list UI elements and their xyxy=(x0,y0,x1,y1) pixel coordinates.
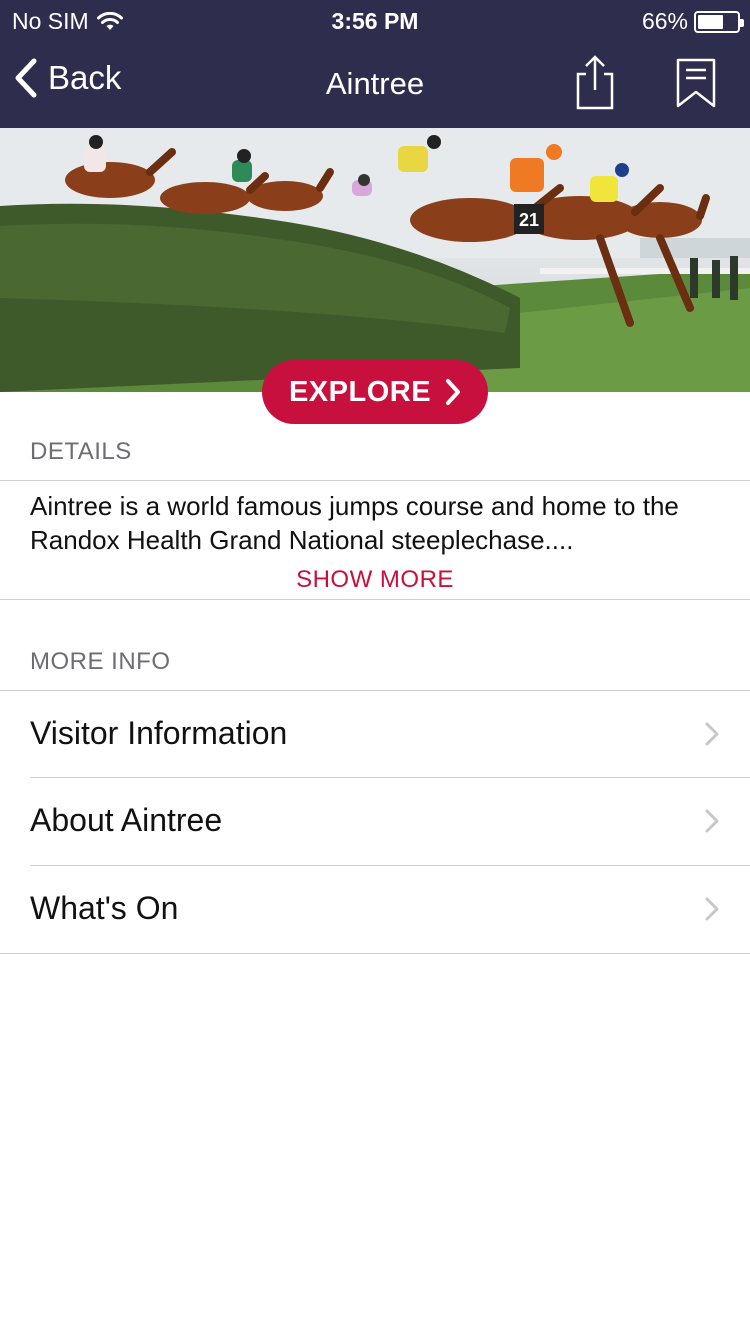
battery-icon xyxy=(694,10,744,33)
status-time: 3:56 PM xyxy=(331,8,419,34)
details-text: Aintree is a world famous jumps course a… xyxy=(30,491,679,555)
chevron-right-icon xyxy=(705,809,719,833)
page-title: Aintree xyxy=(325,66,425,101)
chevron-right-icon xyxy=(705,897,719,921)
battery-status: 66% xyxy=(641,8,744,35)
show-more-button[interactable]: SHOW MORE xyxy=(0,566,750,594)
bookmark-button[interactable] xyxy=(674,58,718,108)
bookmark-icon xyxy=(676,58,716,108)
chevron-right-icon xyxy=(446,379,461,405)
more-info-header: MORE INFO xyxy=(30,648,171,675)
share-icon xyxy=(576,55,614,110)
details-header: DETAILS xyxy=(30,438,132,465)
chevron-right-icon xyxy=(705,722,719,746)
status-bar: No SIM 3:56 PM 66% xyxy=(0,0,750,40)
list-item-label: Visitor Information xyxy=(30,715,288,751)
navigation-header: No SIM 3:56 PM 66% Back Aintree xyxy=(0,0,750,128)
list-item-whats-on[interactable]: What's On xyxy=(0,866,750,953)
battery-percent: 66% xyxy=(641,8,688,34)
list-item-label: What's On xyxy=(30,890,179,926)
list-item-about-aintree[interactable]: About Aintree xyxy=(0,778,750,865)
svg-text:21: 21 xyxy=(519,210,539,230)
explore-label: EXPLORE xyxy=(288,375,432,408)
list-item-visitor-information[interactable]: Visitor Information xyxy=(0,691,750,778)
hero-image: 21 xyxy=(0,128,750,392)
share-button[interactable] xyxy=(572,54,618,110)
horse-racing-illustration: 21 xyxy=(0,128,750,392)
divider xyxy=(0,480,750,481)
nav-bar: Back Aintree xyxy=(0,40,750,128)
divider xyxy=(0,599,750,600)
list-item-label: About Aintree xyxy=(30,802,223,838)
divider xyxy=(0,953,750,954)
explore-button[interactable]: EXPLORE xyxy=(262,360,488,424)
